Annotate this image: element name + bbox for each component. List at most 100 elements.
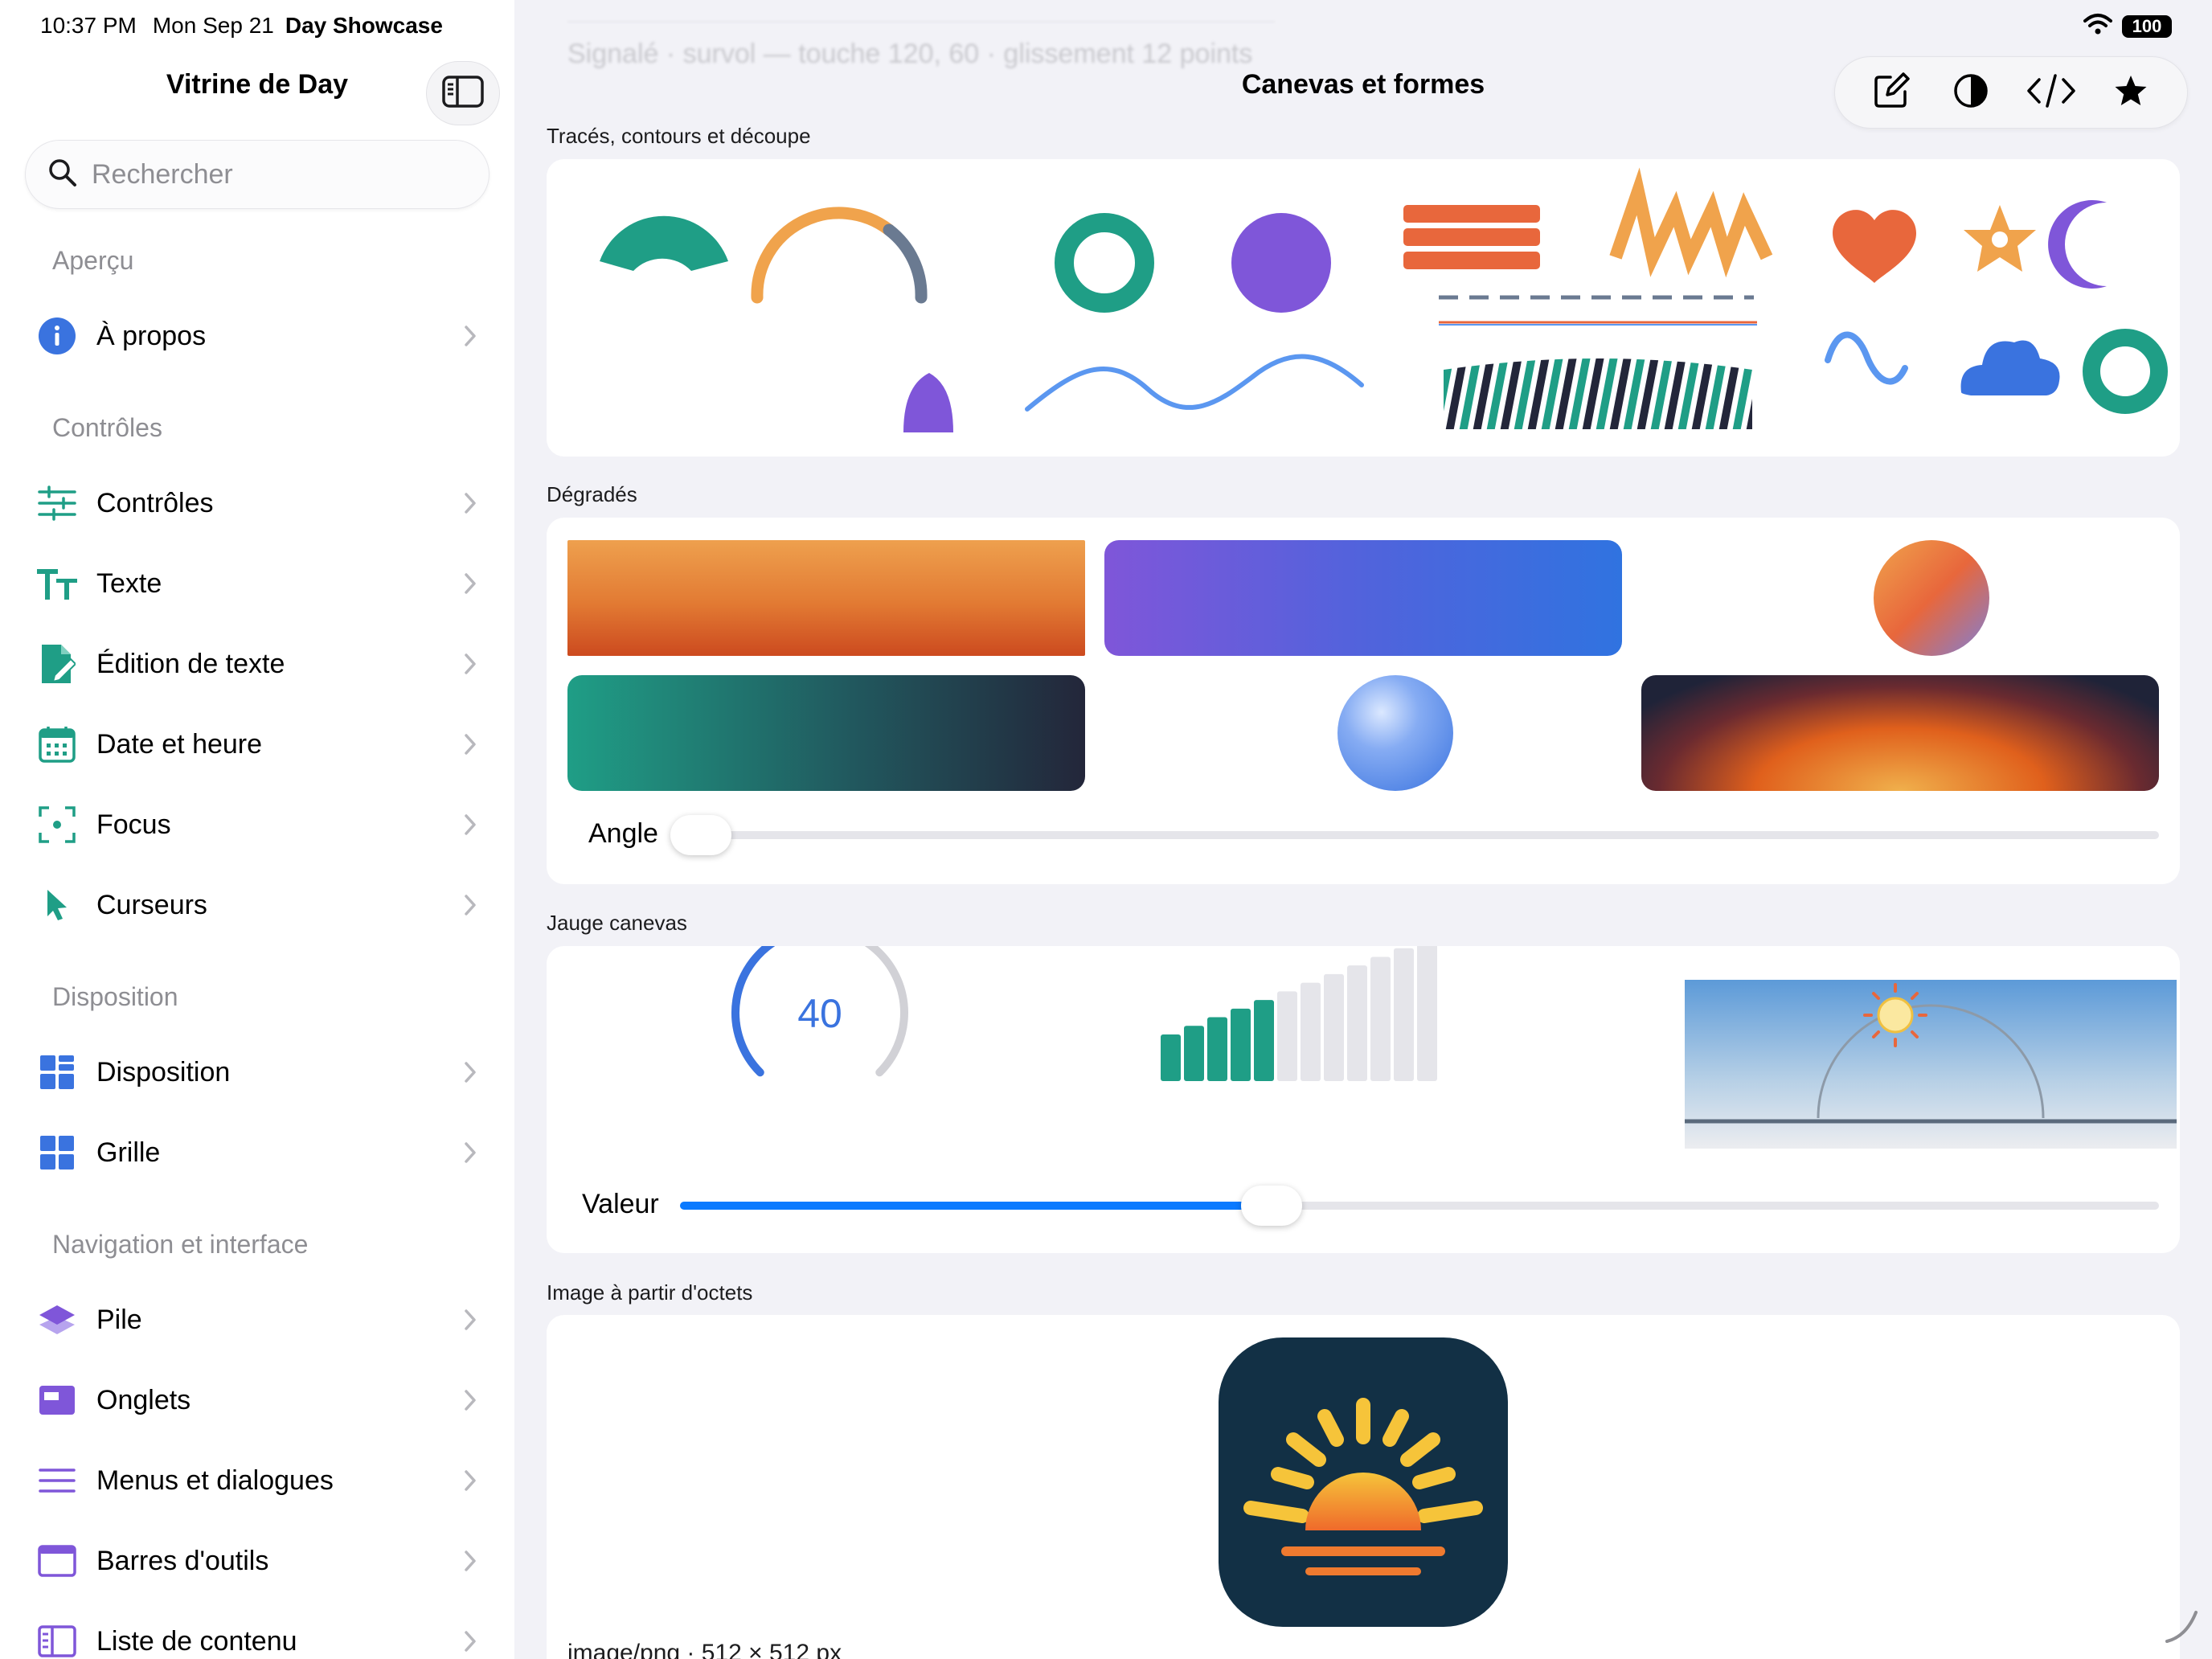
gradients-card: Angle [547,518,2180,884]
shapes-canvas [600,167,2168,436]
sidebar-item-label: Texte [96,567,162,599]
sidebar: 10:37 PM Mon Sep 21 Day Showcase Vitrine d… [0,0,514,1659]
sidebar-item-label: Menus et dialogues [96,1464,334,1496]
focus-icon [32,800,82,850]
info-icon [32,311,82,361]
calendar-icon [32,719,82,769]
chevron-right-icon [458,1389,482,1411]
status-bar-left: 10:37 PM Mon Sep 21 Day Showcase [40,13,443,39]
sidebar-item-a-propos[interactable]: À propos [32,302,482,370]
contrast-icon [1952,72,1989,113]
section-header-disposition: Disposition [52,982,178,1011]
chevron-right-icon [458,813,482,836]
favorite-button[interactable] [2099,60,2163,125]
toolbar-icon [32,1536,82,1586]
sky-scene [1685,980,2177,1149]
purple-blue-gradient [1104,540,1622,656]
gauge-card: 40 Valeur [547,946,2180,1253]
sidebar-item-label: Contrôles [96,487,214,518]
level-bar [1207,1017,1227,1081]
image-card: image/png · 512 × 512 px [547,1315,2180,1659]
chevron-right-icon [458,1141,482,1164]
chevron-right-icon [458,1061,482,1083]
search-input[interactable] [92,158,461,190]
chevron-right-icon [458,894,482,916]
teal-arc-shape [600,215,728,271]
sunrise-app-icon [1219,1337,1508,1627]
text-size-icon [32,559,82,608]
level-bar [1347,965,1367,1081]
sidebar-item-pile[interactable]: Pile [32,1286,482,1354]
level-bar [1231,1008,1251,1081]
chevron-right-icon [458,325,482,347]
section-label-gauge: Jauge canevas [547,911,687,935]
compose-button[interactable] [1859,60,1923,125]
search-icon [48,158,77,191]
section-header-controles: Contrôles [52,413,162,442]
sidebar-item-controles[interactable]: Contrôles [32,469,482,537]
sidebar-item-label: Grille [96,1137,161,1168]
sidebar-item-curseurs[interactable]: Curseurs [32,871,482,939]
scrolled-content-edge [567,0,1275,23]
sidebar-item-grille[interactable]: Grille [32,1119,482,1186]
search-field[interactable] [25,140,490,209]
sidebar-item-label: Disposition [96,1056,231,1088]
sidebar-toggle-button[interactable] [426,61,500,125]
zigzag-shape [1609,167,1773,278]
level-bar [1184,1026,1204,1081]
blue-sphere-gradient [1337,675,1453,791]
chevron-right-icon [458,653,482,675]
value-slider-knob[interactable] [1241,1186,1302,1226]
star-icon [2113,74,2149,112]
stack-icon [32,1295,82,1345]
sidebar-item-date-et-heure[interactable]: Date et heure [32,711,482,778]
chevron-right-icon [458,492,482,514]
sidebar-item-disposition[interactable]: Disposition [32,1038,482,1106]
sidebar-item-label: Date et heure [96,728,263,760]
sunset-radial-gradient [1641,675,2159,791]
content-list-icon [32,1616,82,1659]
sidebar-item-barres-d-outils[interactable]: Barres d'outils [32,1527,482,1595]
angle-slider-knob[interactable] [670,815,731,855]
edit-document-icon [32,639,82,689]
resize-handle-icon[interactable] [2162,1606,2202,1646]
heart-shape [1833,210,1916,283]
teal-ring-shape [1055,213,1154,313]
section-label-shapes: Tracés, contours et découpe [547,124,811,148]
sidebar-item-onglets[interactable]: Onglets [32,1366,482,1434]
status-bar-right: 100 [2083,13,2172,39]
sidebar-item-focus[interactable]: Focus [32,791,482,858]
hatch-stripe [1759,344,1784,436]
status-date: Mon Sep 21 [152,13,274,38]
sidebar-item-label: Liste de contenu [96,1625,297,1657]
layout-icon [32,1047,82,1097]
sidebar-item-menus-et-dialogues[interactable]: Menus et dialogues [32,1447,482,1514]
orange-stripe-shape [1403,252,1540,269]
image-caption: image/png · 512 × 512 px [567,1640,842,1659]
wifi-icon [2083,13,2112,39]
orange-stripe-shape [1403,205,1540,223]
chevron-right-icon [458,1550,482,1572]
shapes-card [547,159,2180,457]
value-slider-fill [680,1202,1272,1210]
tabs-icon [32,1375,82,1425]
sidebar-item-label: Pile [96,1304,142,1335]
section-header-apercu: Aperçu [52,246,134,275]
view-source-button[interactable] [2019,60,2083,125]
appearance-toggle-button[interactable] [1939,60,2003,125]
status-app-name: Day Showcase [285,13,443,38]
hatched-shape [1444,344,1784,436]
section-label-gradients: Dégradés [547,482,637,506]
angle-slider-track[interactable] [691,831,2159,839]
sidebar-item-edition-de-texte[interactable]: Édition de texte [32,630,482,698]
level-bar [1324,973,1344,1081]
level-bar [1394,948,1414,1081]
sidebar-item-liste-de-contenu[interactable]: Liste de contenu [32,1608,482,1659]
cloud-shape [1960,340,2060,395]
level-bar [1417,946,1437,1081]
level-bar [1277,991,1297,1081]
level-bars [1161,946,1437,1081]
sidebar-item-label: Barres d'outils [96,1545,269,1576]
sidebar-item-texte[interactable]: Texte [32,550,482,617]
level-bar [1301,982,1321,1081]
